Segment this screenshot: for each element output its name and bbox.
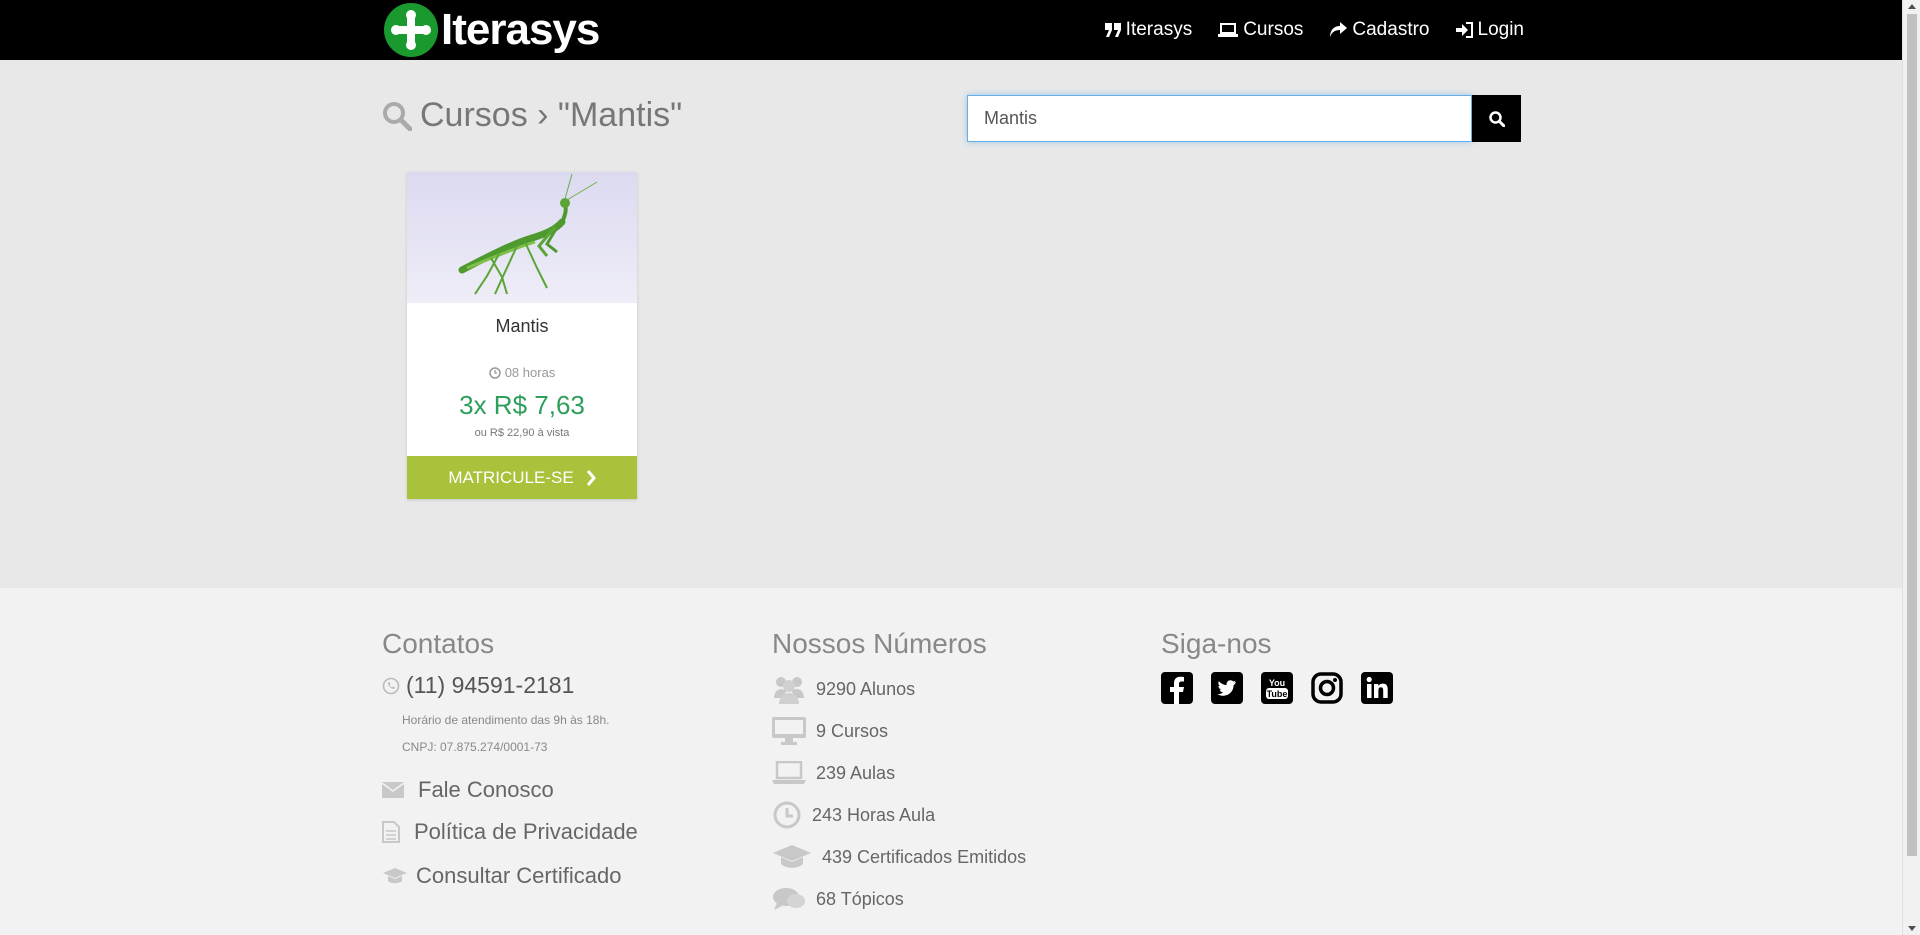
stat-hours-label: 243 Horas Aula xyxy=(812,804,936,825)
stat-courses: 9 Cursos xyxy=(772,710,1026,752)
course-card[interactable]: Mantis 08 horas 3x R$ 7,63 ou R$ 22,90 à… xyxy=(407,172,637,499)
sign-in-icon xyxy=(1455,22,1473,38)
linkedin-icon[interactable] xyxy=(1361,672,1393,704)
file-icon xyxy=(382,821,400,843)
privacy-policy-link[interactable]: Política de Privacidade xyxy=(382,819,638,845)
nav-cursos-label: Cursos xyxy=(1243,19,1304,40)
nav-cadastro[interactable]: Cadastro xyxy=(1329,19,1430,41)
social-heading: Siga-nos xyxy=(1161,628,1272,659)
search-button[interactable] xyxy=(1472,95,1521,142)
vertical-scrollbar[interactable] xyxy=(1902,0,1920,935)
clock-icon xyxy=(488,366,501,379)
course-price: 3x R$ 7,63 xyxy=(459,390,585,420)
nav-iterasys-label: Iterasys xyxy=(1125,19,1193,40)
quote-icon xyxy=(1104,23,1121,37)
scroll-up-arrow[interactable] xyxy=(1908,4,1916,9)
nav-cursos[interactable]: Cursos xyxy=(1218,19,1303,41)
facebook-icon[interactable] xyxy=(1161,672,1193,704)
stat-lessons: 239 Aulas xyxy=(772,752,1026,794)
fale-conosco-label: Fale Conosco xyxy=(418,777,554,802)
instagram-icon[interactable] xyxy=(1311,672,1343,704)
svg-text:You: You xyxy=(1269,678,1285,688)
scroll-thumb[interactable] xyxy=(1907,14,1917,856)
course-hours: 08 horas xyxy=(407,365,637,380)
nav-login[interactable]: Login xyxy=(1455,19,1525,41)
course-hours-label: 08 horas xyxy=(504,365,556,380)
stat-topics: 68 Tópicos xyxy=(772,878,1026,920)
stat-certificates-label: 439 Certificados Emitidos xyxy=(822,846,1027,867)
nav-login-label: Login xyxy=(1477,19,1525,40)
enroll-button-label: MATRICULE-SE xyxy=(448,467,574,487)
laptop-icon xyxy=(1218,23,1239,37)
chevron-right-icon xyxy=(586,469,596,486)
course-thumbnail[interactable] xyxy=(407,172,637,303)
svg-text:Tube: Tube xyxy=(1267,689,1288,699)
stat-certificates: 439 Certificados Emitidos xyxy=(772,836,1026,878)
search-icon xyxy=(1488,110,1505,127)
footer-contacts: Contatos (11) 94591-2181 Horário de aten… xyxy=(382,628,638,889)
youtube-icon[interactable]: YouTube xyxy=(1261,672,1293,704)
cnpj: CNPJ: 07.875.274/0001-73 xyxy=(402,740,548,754)
footer-social: Siga-nos You Tube xyxy=(1161,628,1393,704)
breadcrumb: Cursos › "Mantis" xyxy=(420,96,683,134)
clock-icon xyxy=(773,801,801,829)
footer-numbers: Nossos Números 9290 Alunos 9 Cursos 239 … xyxy=(772,628,1026,920)
stat-courses-label: 9 Cursos xyxy=(816,720,889,741)
nav-cadastro-label: Cadastro xyxy=(1352,19,1430,40)
iterasys-logo-icon xyxy=(384,3,438,57)
phone-number[interactable]: (11) 94591-2181 xyxy=(382,672,638,699)
fale-conosco-link[interactable]: Fale Conosco xyxy=(382,777,638,803)
contacts-heading: Contatos xyxy=(382,628,495,659)
envelope-icon xyxy=(382,782,404,798)
stat-hours: 243 Horas Aula xyxy=(772,794,1026,836)
certificate-label: Consultar Certificado xyxy=(416,863,622,888)
page-title: Cursos › "Mantis" xyxy=(382,96,682,135)
whatsapp-icon xyxy=(382,677,400,694)
stat-lessons-label: 239 Aulas xyxy=(816,762,896,783)
privacy-policy-label: Política de Privacidade xyxy=(414,819,638,844)
business-hours: Horário de atendimento das 9h às 18h. xyxy=(402,713,610,727)
course-title[interactable]: Mantis xyxy=(407,316,637,337)
stat-topics-label: 68 Tópicos xyxy=(816,888,904,909)
course-cash-price: ou R$ 22,90 à vista xyxy=(474,427,570,439)
scroll-down-arrow[interactable] xyxy=(1908,926,1916,931)
enroll-button[interactable]: MATRICULE-SE xyxy=(407,456,637,499)
comments-icon xyxy=(773,888,805,910)
graduation-cap-icon xyxy=(383,868,407,884)
users-icon xyxy=(774,677,804,704)
footer: Contatos (11) 94591-2181 Horário de aten… xyxy=(0,588,1902,935)
graduation-cap-icon xyxy=(773,845,811,868)
stat-students-label: 9290 Alunos xyxy=(816,678,916,699)
nav-iterasys[interactable]: Iterasys xyxy=(1104,19,1193,41)
search-bar xyxy=(967,95,1521,142)
main-nav: Iterasys Cursos Cadastro Login xyxy=(1104,0,1525,60)
numbers-heading: Nossos Números xyxy=(772,628,987,659)
twitter-icon[interactable] xyxy=(1211,672,1243,704)
certificate-link[interactable]: Consultar Certificado xyxy=(382,863,638,889)
desktop-icon xyxy=(772,717,806,745)
brand-name: Iterasys xyxy=(441,5,600,54)
laptop-icon xyxy=(772,761,806,784)
stat-students: 9290 Alunos xyxy=(772,668,1026,710)
search-input[interactable] xyxy=(967,95,1472,142)
top-navbar: Iterasys Iterasys Cursos Cadastro Login xyxy=(0,0,1902,60)
share-icon xyxy=(1330,22,1348,37)
search-icon xyxy=(383,101,412,131)
brand-link[interactable]: Iterasys xyxy=(383,2,600,58)
phone-number-label: (11) 94591-2181 xyxy=(406,672,575,698)
